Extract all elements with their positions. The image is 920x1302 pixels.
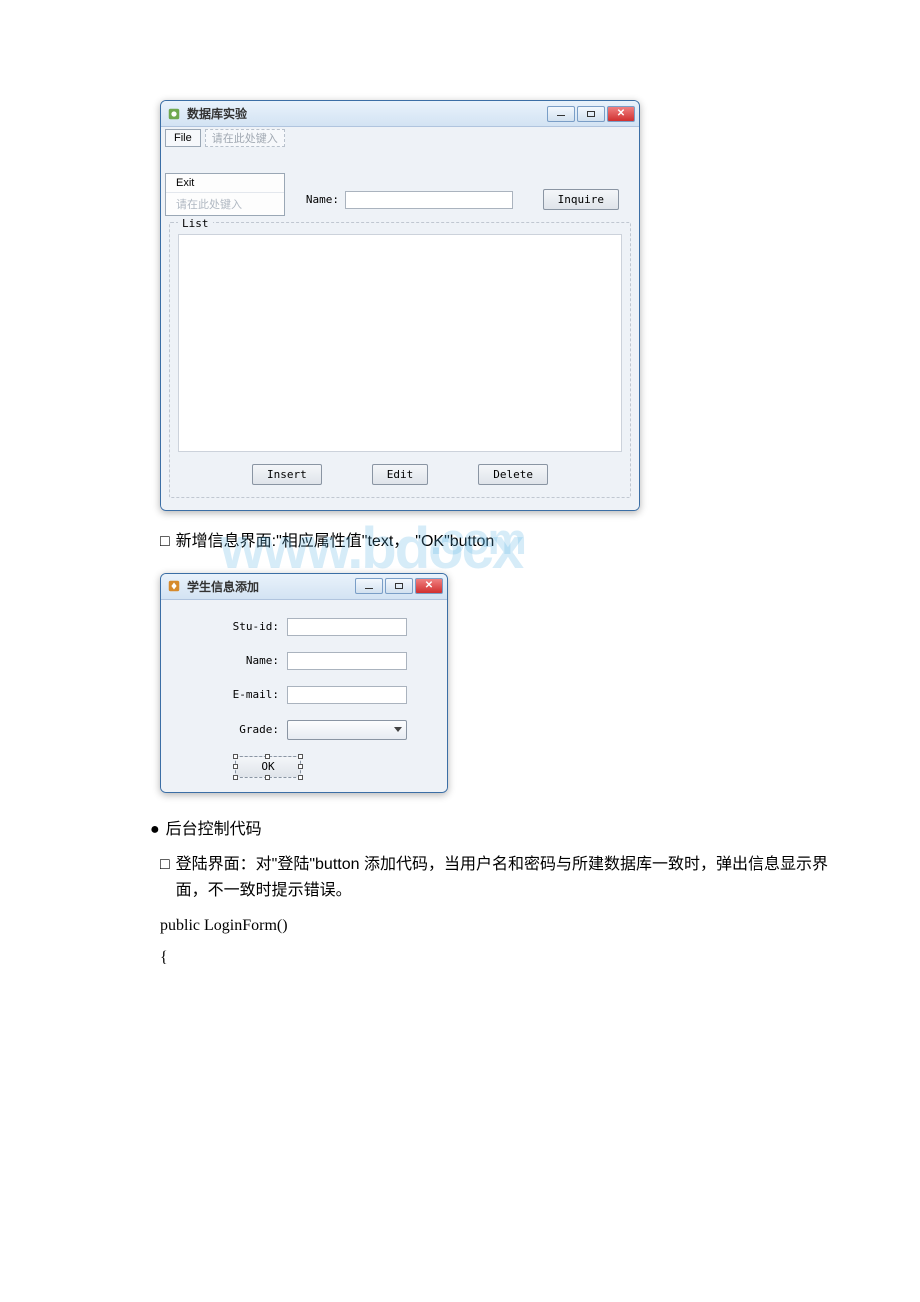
app-icon-2: [167, 579, 181, 593]
file-dropdown: Exit 请在此处键入: [165, 173, 285, 216]
window-title-2: 学生信息添加: [187, 578, 353, 595]
section-heading: ● 后台控制代码: [70, 817, 850, 843]
titlebar: 数据库实验 ✕: [161, 101, 639, 127]
code-line-2: {: [70, 945, 850, 971]
name-input[interactable]: [345, 191, 513, 209]
menu-dropdown-placeholder[interactable]: 请在此处键入: [166, 192, 284, 215]
student-add-window: 学生信息添加 ✕ Stu-id: Name: E-mail: Grade:: [160, 573, 448, 793]
inquire-button[interactable]: Inquire: [543, 189, 619, 210]
ok-label: OK: [261, 760, 274, 773]
close-button[interactable]: ✕: [607, 106, 635, 122]
login-paragraph-text: 登陆界面：对"登陆"button 添加代码，当用户名和密码与所建数据库一致时，弹…: [176, 852, 850, 903]
menu-file[interactable]: File: [165, 129, 201, 147]
chevron-down-icon: [394, 727, 402, 732]
label-grade: Grade:: [175, 723, 279, 736]
maximize-button[interactable]: [577, 106, 605, 122]
window-title: 数据库实验: [187, 105, 545, 122]
resize-handle: [298, 764, 303, 769]
edit-button[interactable]: Edit: [372, 464, 429, 485]
caption-text-b: "OK"button: [415, 529, 494, 555]
resize-handle: [233, 775, 238, 780]
resize-handle: [298, 754, 303, 759]
label-email: E-mail:: [175, 688, 279, 701]
minimize-button[interactable]: [547, 106, 575, 122]
section-heading-text: 后台控制代码: [166, 817, 262, 843]
input-stuid[interactable]: [287, 618, 407, 636]
list-area[interactable]: [178, 234, 622, 452]
resize-handle: [265, 775, 270, 780]
caption-text-a: 新增信息界面:"相应属性值"text，: [176, 529, 410, 555]
bullet-icon: □: [160, 529, 170, 555]
menu-exit[interactable]: Exit: [166, 174, 284, 192]
app-icon: [167, 107, 181, 121]
menu-strip: File 请在此处键入: [163, 129, 637, 151]
row-stuid: Stu-id:: [175, 618, 433, 636]
resize-handle: [298, 775, 303, 780]
titlebar-2: 学生信息添加 ✕: [161, 574, 447, 600]
bullet-dot-icon: ●: [150, 817, 160, 843]
login-paragraph: □ 登陆界面：对"登陆"button 添加代码，当用户名和密码与所建数据库一致时…: [70, 852, 850, 903]
row-name: Name:: [175, 652, 433, 670]
list-group-title: List: [178, 217, 213, 230]
input-name[interactable]: [287, 652, 407, 670]
input-email[interactable]: [287, 686, 407, 704]
db-experiment-window: 数据库实验 ✕ File 请在此处键入 Exit 请在此处键入 Name:: [160, 100, 640, 511]
row-email: E-mail:: [175, 686, 433, 704]
list-groupbox: List Insert Edit Delete: [169, 222, 631, 498]
window-control-buttons: ✕: [545, 106, 635, 122]
resize-handle: [233, 764, 238, 769]
row-grade: Grade:: [175, 720, 433, 740]
label-name: Name:: [175, 654, 279, 667]
button-row: Insert Edit Delete: [178, 452, 622, 487]
code-line-1: public LoginForm(): [70, 913, 850, 939]
form-body: Stu-id: Name: E-mail: Grade: OK: [161, 600, 447, 792]
maximize-button-2[interactable]: [385, 578, 413, 594]
resize-handle: [233, 754, 238, 759]
combo-grade[interactable]: [287, 720, 407, 740]
delete-button[interactable]: Delete: [478, 464, 548, 485]
menu-placeholder[interactable]: 请在此处键入: [205, 129, 285, 147]
label-stuid: Stu-id:: [175, 620, 279, 633]
ok-button[interactable]: OK: [235, 756, 301, 778]
resize-handle: [265, 754, 270, 759]
close-button-2[interactable]: ✕: [415, 578, 443, 594]
bullet-icon: □: [160, 852, 170, 903]
caption-add-info: □ 新增信息界面:"相应属性值"text， "OK"button: [70, 529, 850, 555]
window-control-buttons-2: ✕: [353, 578, 443, 594]
minimize-button-2[interactable]: [355, 578, 383, 594]
client-area: File 请在此处键入 Exit 请在此处键入 Name: Inquire Li…: [161, 127, 639, 510]
insert-button[interactable]: Insert: [252, 464, 322, 485]
